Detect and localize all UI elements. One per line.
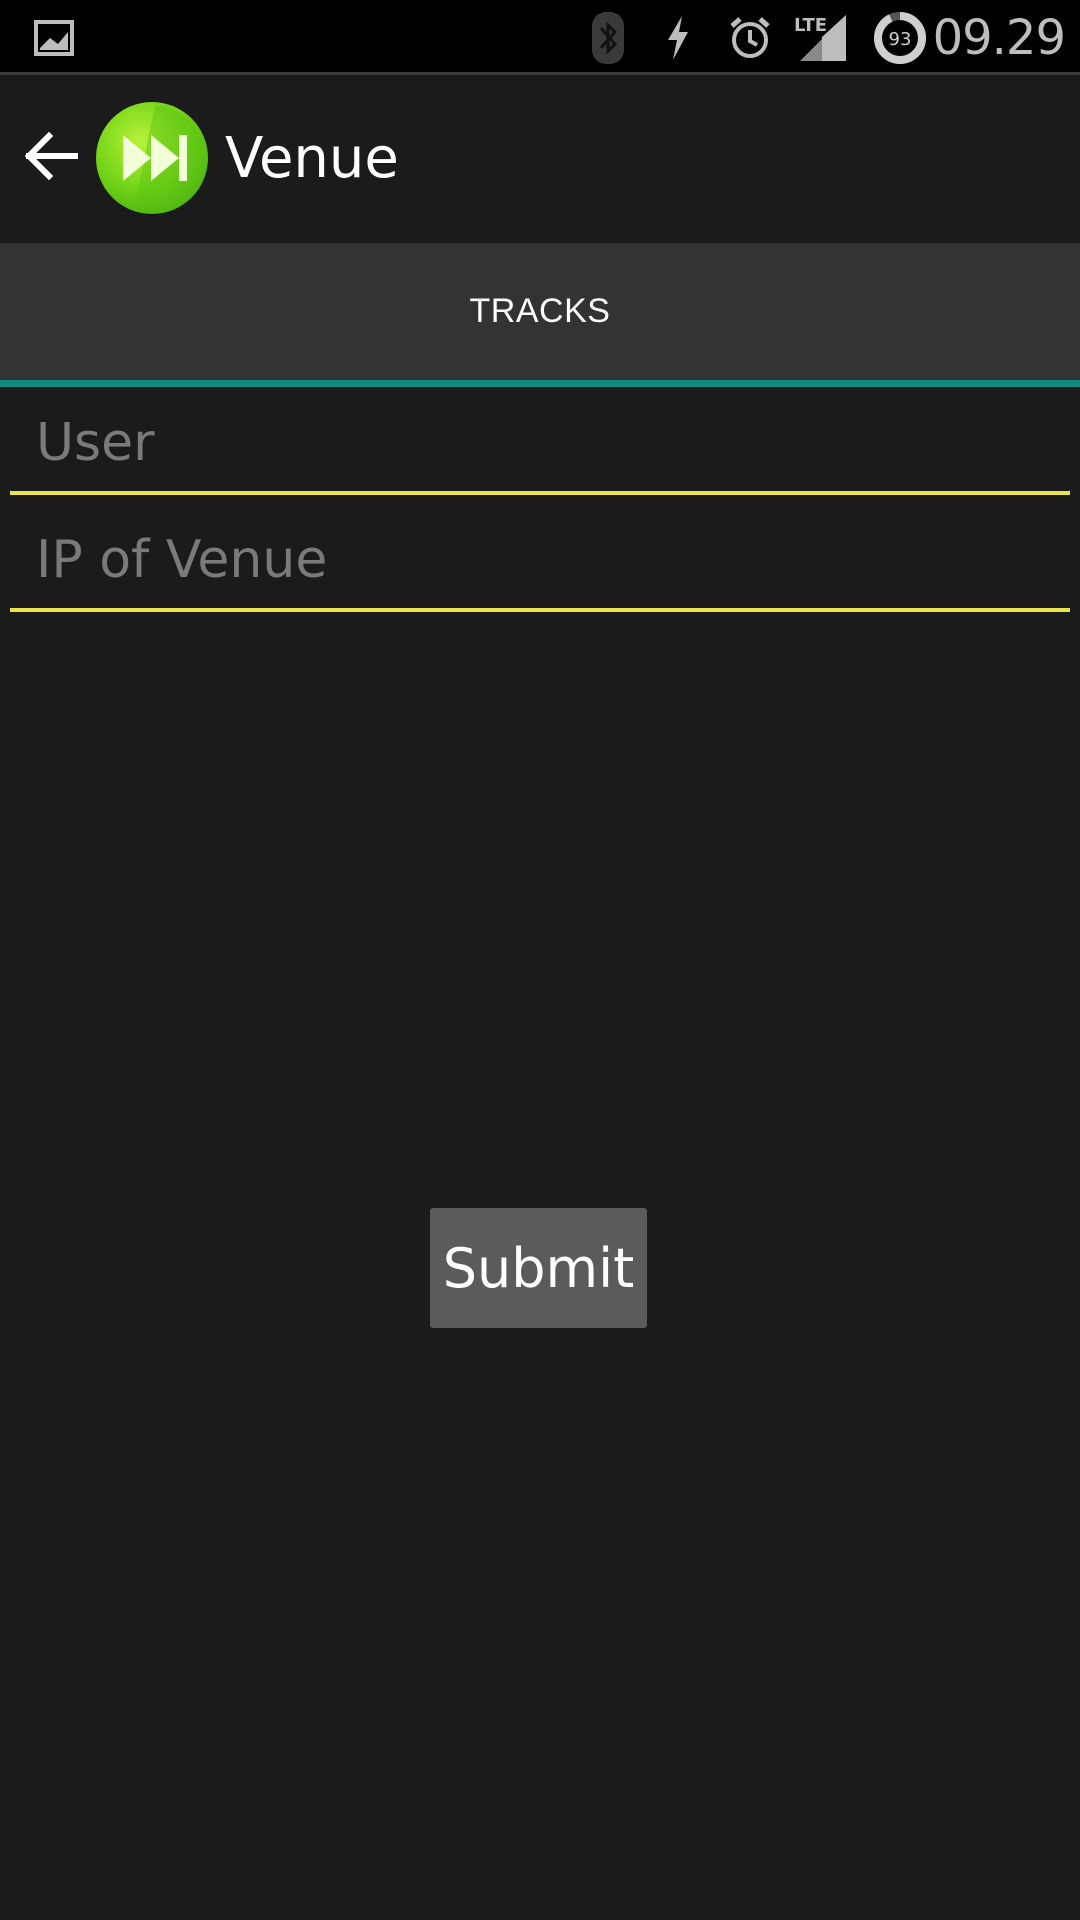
back-arrow-icon	[24, 131, 78, 181]
fast-forward-icon	[95, 101, 209, 215]
gallery-icon	[30, 0, 78, 75]
bluetooth-icon	[588, 0, 628, 75]
screen: LTE 93 09.29 Venue TRACKS User IP of Ven…	[0, 0, 1080, 1920]
ip-input[interactable]	[10, 512, 1070, 608]
user-input-underline	[10, 491, 1070, 495]
lte-label: LTE	[794, 15, 827, 36]
battery-icon: 93	[872, 0, 928, 75]
ip-field-container	[10, 512, 1070, 612]
page-title: Venue	[225, 126, 399, 191]
tab-strip: TRACKS	[0, 243, 1080, 380]
back-button[interactable]	[18, 123, 84, 189]
status-bar: LTE 93 09.29	[0, 0, 1080, 75]
action-bar: Venue	[0, 78, 1080, 243]
flash-icon	[660, 0, 696, 75]
lte-signal-icon: LTE	[790, 0, 850, 75]
user-input[interactable]	[10, 395, 1070, 491]
alarm-icon	[726, 0, 774, 75]
ip-input-underline	[10, 608, 1070, 612]
battery-level: 93	[889, 29, 912, 50]
status-time: 09.29	[932, 9, 1066, 66]
user-field-container	[10, 395, 1070, 495]
tab-tracks[interactable]: TRACKS	[0, 243, 1080, 380]
tab-indicator	[0, 380, 1080, 387]
tab-label: TRACKS	[469, 292, 611, 330]
submit-button[interactable]: Submit	[430, 1208, 647, 1328]
